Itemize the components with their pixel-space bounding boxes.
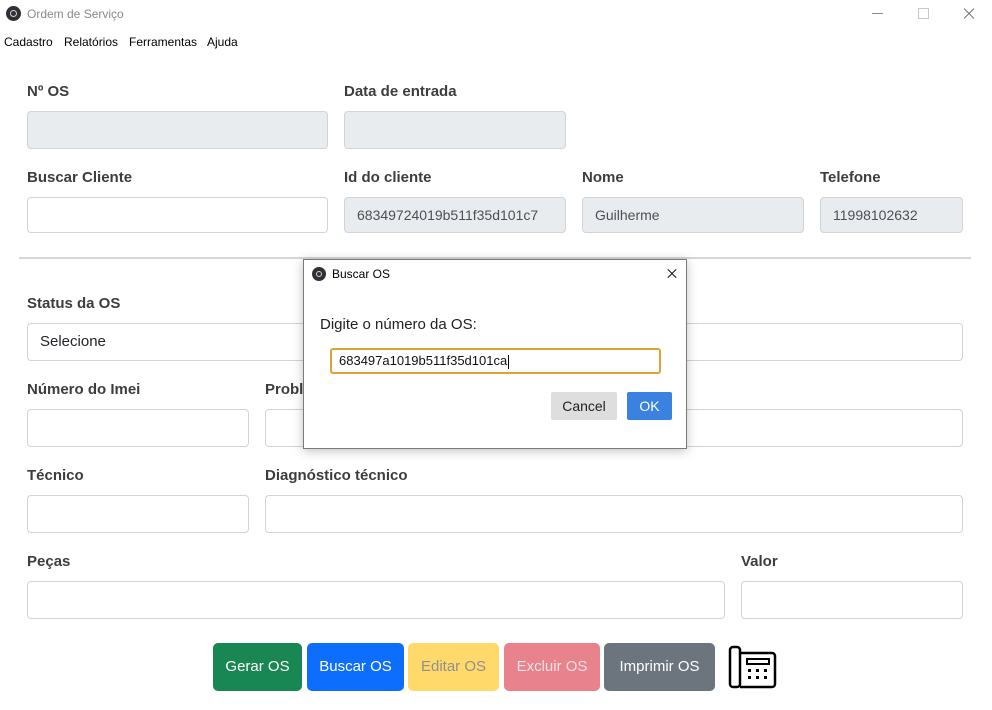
imei-label: Número do Imei xyxy=(27,381,141,398)
phone-label: Telefone xyxy=(820,169,881,186)
search-client-label: Buscar Cliente xyxy=(27,169,133,186)
minimize-button[interactable] xyxy=(854,0,900,28)
status-right-field[interactable] xyxy=(680,323,963,361)
value-label: Valor xyxy=(741,553,778,570)
dialog-close-icon[interactable] xyxy=(660,262,684,286)
entry-date-label: Data de entrada xyxy=(344,83,457,100)
printer-phone-icon[interactable] xyxy=(727,643,779,691)
close-window-button[interactable] xyxy=(946,0,992,28)
os-number-label: Nº OS xyxy=(27,83,70,100)
dialog-body: Digite o número da OS: 683497a1019b511f3… xyxy=(304,288,686,448)
menu-cadastro[interactable]: Cadastro xyxy=(4,35,53,49)
value-input[interactable] xyxy=(741,581,963,619)
dialog-app-icon xyxy=(312,267,326,281)
parts-input[interactable] xyxy=(27,581,725,619)
print-os-button[interactable]: Imprimir OS xyxy=(604,643,715,691)
maximize-button[interactable] xyxy=(900,0,946,28)
problem-input-right[interactable] xyxy=(680,409,963,447)
dialog-ok-button[interactable]: OK xyxy=(627,392,672,420)
menu-ajuda[interactable]: Ajuda xyxy=(207,35,238,49)
search-os-button[interactable]: Buscar OS xyxy=(307,643,404,691)
menu-ferramentas[interactable]: Ferramentas xyxy=(129,35,197,49)
status-select[interactable]: Selecione xyxy=(27,323,317,361)
dialog-title-bar: Buscar OS xyxy=(304,260,686,288)
problem-label: Probl xyxy=(265,381,304,398)
app-icon xyxy=(6,6,21,21)
diagnosis-input[interactable] xyxy=(265,495,963,533)
dialog-cancel-button[interactable]: Cancel xyxy=(551,392,617,420)
client-id-label: Id do cliente xyxy=(344,169,432,186)
os-number-search-value: 683497a1019b511f35d101ca xyxy=(339,353,508,368)
technician-label: Técnico xyxy=(27,467,84,484)
technician-input[interactable] xyxy=(27,495,249,533)
status-label: Status da OS xyxy=(27,295,121,312)
name-field[interactable]: Guilherme xyxy=(582,197,804,233)
imei-input[interactable] xyxy=(27,409,249,447)
edit-os-button[interactable]: Editar OS xyxy=(408,643,499,691)
text-caret xyxy=(508,354,510,369)
generate-os-button[interactable]: Gerar OS xyxy=(213,643,302,691)
diagnosis-label: Diagnóstico técnico xyxy=(265,467,408,484)
name-label: Nome xyxy=(582,169,624,186)
phone-field[interactable]: 11998102632 xyxy=(820,197,963,233)
entry-date-field[interactable] xyxy=(344,111,566,149)
window-title: Ordem de Serviço xyxy=(27,7,124,21)
title-bar: Ordem de Serviço xyxy=(0,0,992,28)
parts-label: Peças xyxy=(27,553,71,570)
client-id-field[interactable]: 68349724019b511f35d101c7 xyxy=(344,197,566,233)
delete-os-button[interactable]: Excluir OS xyxy=(504,643,600,691)
search-os-dialog: Buscar OS Digite o número da OS: 683497a… xyxy=(303,259,687,449)
search-client-input[interactable] xyxy=(27,197,328,233)
dialog-prompt: Digite o número da OS: xyxy=(320,316,477,333)
menu-relatorios[interactable]: Relatórios xyxy=(64,35,118,49)
os-number-field[interactable] xyxy=(27,111,328,149)
os-number-search-input[interactable]: 683497a1019b511f35d101ca xyxy=(330,348,661,374)
dialog-title: Buscar OS xyxy=(332,267,391,281)
